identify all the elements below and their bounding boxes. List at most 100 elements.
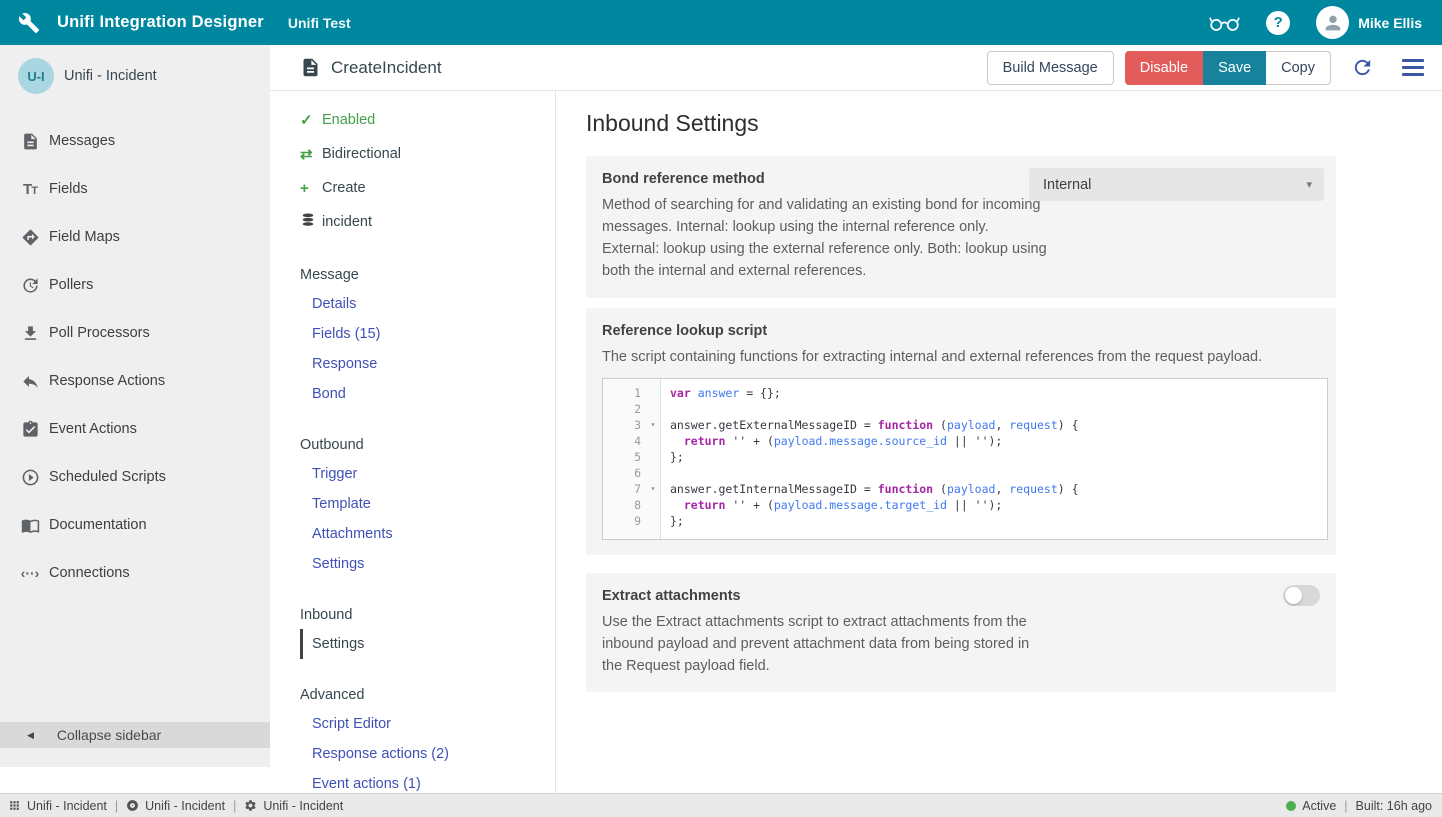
sidebar: U-I Unifi - Incident Messages TT Fields … <box>0 45 270 767</box>
nav-item-trigger[interactable]: Trigger <box>300 459 555 489</box>
grid-icon <box>8 799 21 812</box>
nav-item-response-actions[interactable]: Response actions (2) <box>300 739 555 769</box>
nav-item-response[interactable]: Response <box>300 349 555 379</box>
statusbar-item-label: Unifi - Incident <box>27 799 107 813</box>
button-group: Disable Save Copy <box>1125 51 1331 85</box>
nav-item-inbound-settings[interactable]: Settings <box>300 629 555 659</box>
statusbar-item-grid[interactable]: Unifi - Incident <box>8 799 107 813</box>
save-button[interactable]: Save <box>1203 51 1266 85</box>
extract-attachments-label: Extract attachments <box>602 588 1320 604</box>
nav-item-bond[interactable]: Bond <box>300 379 555 409</box>
built-label: Built: 16h ago <box>1356 799 1432 813</box>
statusbar-item-disc[interactable]: Unifi - Incident <box>126 799 225 813</box>
bond-reference-card: Bond reference method Method of searchin… <box>586 156 1336 298</box>
app-window: Unifi Integration Designer Unifi Test ? … <box>0 0 1442 817</box>
sidebar-item-connections[interactable]: ‹··› Connections <box>0 549 270 597</box>
sidebar-item-label: Scheduled Scripts <box>49 469 166 485</box>
nav-item-details[interactable]: Details <box>300 289 555 319</box>
statusbar-item-label: Unifi - Incident <box>145 799 225 813</box>
nav-item-template[interactable]: Template <box>300 489 555 519</box>
nav-item-fields[interactable]: Fields (15) <box>300 319 555 349</box>
statusbar-item-label: Unifi - Incident <box>263 799 343 813</box>
plus-icon: + <box>300 180 322 197</box>
disable-button[interactable]: Disable <box>1125 51 1203 85</box>
angle-brackets-icon: ‹··› <box>20 563 40 583</box>
nav-item-outbound-settings[interactable]: Settings <box>300 549 555 579</box>
separator: | <box>115 799 118 813</box>
sidebar-item-label: Pollers <box>49 277 93 293</box>
gear-icon <box>244 799 257 812</box>
sidebar-item-label: Field Maps <box>49 229 120 245</box>
refresh-icon[interactable] <box>1351 56 1374 79</box>
sidebar-menu: Messages TT Fields Field Maps Pollers Po… <box>0 107 270 597</box>
separator: | <box>233 799 236 813</box>
message-subnav: ✓ Enabled ⇄ Bidirectional + Create incid… <box>270 91 556 793</box>
integration-header[interactable]: U-I Unifi - Incident <box>0 45 270 107</box>
page-title: Inbound Settings <box>586 110 1442 137</box>
glasses-icon[interactable] <box>1209 13 1240 33</box>
extract-attachments-toggle[interactable] <box>1283 585 1320 606</box>
reply-arrow-icon <box>20 371 40 391</box>
nav-section-message: Message <box>300 261 555 289</box>
bond-reference-value: Internal <box>1043 177 1091 193</box>
integration-name: Unifi - Incident <box>64 68 157 84</box>
sidebar-item-label: Response Actions <box>49 373 165 389</box>
nav-item-script-editor[interactable]: Script Editor <box>300 709 555 739</box>
sidebar-item-poll-processors[interactable]: Poll Processors <box>0 309 270 357</box>
active-status-dot <box>1286 801 1296 811</box>
build-message-button[interactable]: Build Message <box>987 51 1114 85</box>
sidebar-item-label: Fields <box>49 181 88 197</box>
bond-reference-description: Method of searching for and validating a… <box>602 194 1047 282</box>
directions-icon <box>20 227 40 247</box>
sidebar-item-documentation[interactable]: Documentation <box>0 501 270 549</box>
message-document-icon <box>300 57 321 78</box>
open-book-icon <box>20 515 40 535</box>
sidebar-item-fields[interactable]: TT Fields <box>0 165 270 213</box>
main-content: Inbound Settings Bond reference method M… <box>557 91 1442 793</box>
status-label: incident <box>322 214 372 230</box>
menu-icon[interactable] <box>1402 59 1424 76</box>
user-name[interactable]: Mike Ellis <box>1358 15 1422 31</box>
status-incident-table[interactable]: incident <box>300 205 555 239</box>
active-status-label: Active <box>1302 799 1336 813</box>
sidebar-item-response-actions[interactable]: Response Actions <box>0 357 270 405</box>
status-label: Bidirectional <box>322 146 401 162</box>
reference-script-label: Reference lookup script <box>602 323 1320 339</box>
copy-button[interactable]: Copy <box>1266 51 1331 85</box>
sidebar-item-scheduled-scripts[interactable]: Scheduled Scripts <box>0 453 270 501</box>
collapse-sidebar-button[interactable]: ◀ Collapse sidebar <box>0 722 270 748</box>
nav-item-attachments[interactable]: Attachments <box>300 519 555 549</box>
environment-label[interactable]: Unifi Test <box>288 15 351 31</box>
sidebar-item-pollers[interactable]: Pollers <box>0 261 270 309</box>
status-label: Create <box>322 180 366 196</box>
toggle-knob <box>1285 587 1302 604</box>
collapse-arrow-icon: ◀ <box>27 730 34 741</box>
status-bidirectional[interactable]: ⇄ Bidirectional <box>300 137 555 171</box>
check-icon: ✓ <box>300 111 322 129</box>
nav-section-advanced: Advanced <box>300 681 555 709</box>
status-enabled[interactable]: ✓ Enabled <box>300 103 555 137</box>
sidebar-item-field-maps[interactable]: Field Maps <box>0 213 270 261</box>
header-actions: Build Message Disable Save Copy <box>987 51 1424 85</box>
wrench-icon <box>18 12 40 34</box>
app-title: Unifi Integration Designer <box>57 13 264 32</box>
statusbar-right: Active | Built: 16h ago <box>1286 799 1432 813</box>
reference-lookup-script-card: Reference lookup script The script conta… <box>586 308 1336 555</box>
bond-reference-select[interactable]: Internal ▾ <box>1029 168 1324 201</box>
text-fields-icon: TT <box>20 179 40 199</box>
chevron-down-icon: ▾ <box>1306 178 1312 191</box>
statusbar: Unifi - Incident | Unifi - Incident | Un… <box>0 793 1442 817</box>
sidebar-item-messages[interactable]: Messages <box>0 117 270 165</box>
separator: | <box>1344 799 1347 813</box>
topbar: Unifi Integration Designer Unifi Test ? … <box>0 0 1442 45</box>
help-icon[interactable]: ? <box>1266 11 1290 35</box>
history-clock-icon <box>20 275 40 295</box>
message-title: CreateIncident <box>300 57 442 78</box>
database-icon <box>300 212 322 232</box>
statusbar-item-gear[interactable]: Unifi - Incident <box>244 799 343 813</box>
user-avatar[interactable] <box>1316 6 1349 39</box>
code-editor[interactable]: 123▾4567▾89 var answer = {};answer.getEx… <box>602 378 1328 540</box>
sidebar-item-event-actions[interactable]: Event Actions <box>0 405 270 453</box>
status-create[interactable]: + Create <box>300 171 555 205</box>
message-header: CreateIncident Build Message Disable Sav… <box>270 45 1442 91</box>
